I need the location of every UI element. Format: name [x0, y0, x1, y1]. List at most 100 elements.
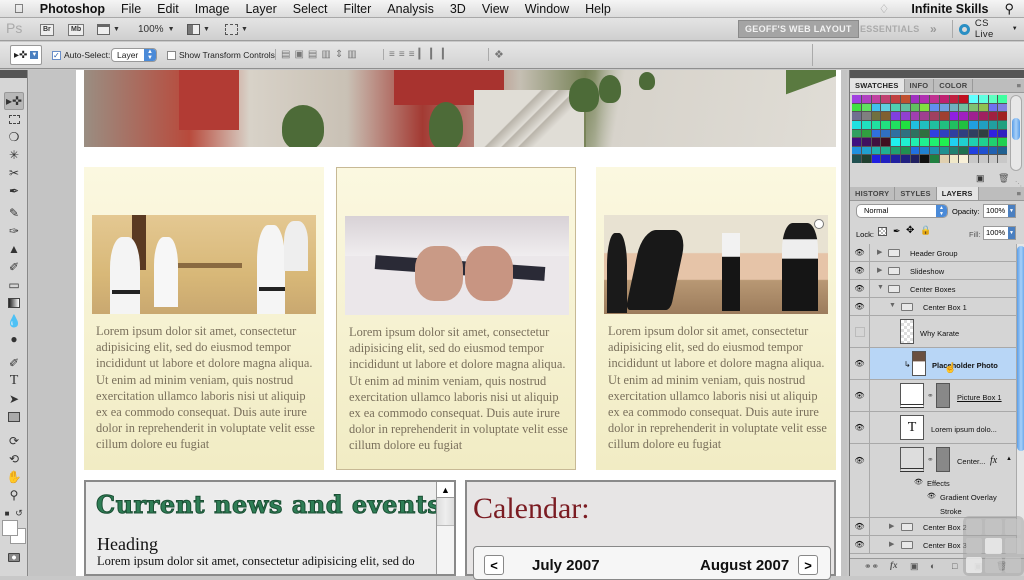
blend-mode-dropdown[interactable]: Normal ▲ ▼: [856, 204, 948, 218]
color-swatch[interactable]: [861, 155, 871, 163]
color-swatch[interactable]: [969, 138, 978, 146]
dock-header[interactable]: [850, 70, 1024, 78]
scroll-up-arrow-icon[interactable]: ▲: [437, 482, 454, 498]
color-swatch[interactable]: [959, 146, 968, 155]
bridge-button[interactable]: Br: [40, 22, 54, 37]
align-top-edges-icon[interactable]: ▤: [281, 49, 294, 60]
foreground-color-swatch[interactable]: [2, 520, 18, 536]
blur-tool-icon[interactable]: 💧: [4, 312, 24, 330]
lock-image-icon[interactable]: ✒: [893, 226, 901, 237]
color-swatch[interactable]: [891, 146, 900, 155]
color-swatch[interactable]: [910, 120, 920, 129]
color-swatch[interactable]: [969, 129, 978, 138]
eye-visibility-icon[interactable]: 👁: [850, 244, 870, 261]
distribute-top-icon[interactable]: ≡: [389, 49, 399, 60]
pen-tool-icon[interactable]: ✐: [4, 354, 24, 372]
menu-help[interactable]: Help: [577, 2, 619, 16]
color-swatch[interactable]: [881, 112, 890, 120]
color-swatch[interactable]: [930, 138, 939, 146]
canvas-area[interactable]: Lorem ipsum dolor sit amet, consectetur …: [29, 70, 847, 580]
workspace-essentials[interactable]: ESSENTIALS: [854, 20, 926, 38]
scroll-thumb[interactable]: [1012, 118, 1020, 140]
calendar-prev-button[interactable]: <: [484, 555, 504, 575]
color-swatch[interactable]: [930, 129, 939, 138]
overlay-key[interactable]: [1004, 538, 1021, 554]
color-swatch[interactable]: [939, 95, 949, 103]
layer-why-karate[interactable]: Why Karate: [850, 316, 1016, 348]
layer-header-group[interactable]: 👁 ▶ Header Group: [850, 244, 1016, 262]
view-extras-button[interactable]: ▼: [97, 22, 120, 37]
color-swatch[interactable]: [930, 103, 939, 112]
lock-all-icon[interactable]: 🔒: [920, 225, 931, 236]
gradient-tool-icon[interactable]: [4, 294, 24, 312]
color-swatch[interactable]: [988, 138, 998, 146]
color-swatch[interactable]: [881, 129, 890, 138]
color-swatch[interactable]: [978, 129, 988, 138]
color-swatch[interactable]: [881, 95, 890, 103]
color-swatch[interactable]: [900, 112, 910, 120]
swatches-scrollbar[interactable]: [1010, 95, 1022, 171]
color-swatch[interactable]: [930, 112, 939, 120]
color-swatch[interactable]: [978, 120, 988, 129]
color-swatch[interactable]: [861, 103, 871, 112]
clone-stamp-tool-icon[interactable]: ▲: [4, 240, 24, 258]
color-swatch[interactable]: [959, 120, 968, 129]
apple-logo-icon[interactable]: : [0, 1, 32, 16]
panel-menu-icon[interactable]: ≡: [1017, 79, 1024, 92]
opacity-field[interactable]: 100% ▼: [983, 204, 1016, 218]
color-swatch[interactable]: [959, 112, 968, 120]
expand-triangle-icon[interactable]: ▶: [889, 540, 894, 548]
news-box[interactable]: Current news and events Heading Lorem ip…: [84, 480, 456, 576]
add-mask-icon[interactable]: ▣: [910, 561, 919, 572]
eyedropper-tool-icon[interactable]: ✒: [4, 182, 24, 200]
color-swatch[interactable]: [871, 95, 881, 103]
history-brush-tool-icon[interactable]: ✐: [4, 258, 24, 276]
color-swatch[interactable]: [998, 155, 1007, 163]
overlay-keypad-widget[interactable]: [963, 516, 1024, 576]
link-layers-icon[interactable]: ⚭⚭: [864, 561, 879, 572]
scroll-thumb[interactable]: [1017, 246, 1024, 451]
document-canvas[interactable]: Lorem ipsum dolor sit amet, consectetur …: [76, 70, 841, 580]
color-swatch[interactable]: [891, 155, 900, 163]
color-swatch[interactable]: [920, 146, 929, 155]
center-box-2[interactable]: Lorem ipsum dolor sit amet, consectetur …: [336, 167, 576, 470]
arrange-documents-button[interactable]: ▼: [187, 22, 210, 37]
color-swatch[interactable]: [978, 155, 988, 163]
resize-grip-icon[interactable]: ⋱: [1015, 180, 1022, 188]
color-swatch[interactable]: [988, 129, 998, 138]
rectangle-tool-icon[interactable]: [4, 408, 24, 426]
color-swatch[interactable]: [978, 95, 988, 103]
color-swatch[interactable]: [900, 103, 910, 112]
color-swatch[interactable]: [978, 138, 988, 146]
color-swatch[interactable]: [861, 95, 871, 103]
color-swatch[interactable]: [891, 120, 900, 129]
tool-preset-picker[interactable]: ▸✜ ▼: [10, 45, 42, 65]
color-swatch[interactable]: [988, 146, 998, 155]
workspace-geoffs-web-layout[interactable]: GEOFF'S WEB LAYOUT: [738, 20, 859, 38]
color-swatch[interactable]: [969, 103, 978, 112]
eye-visibility-icon[interactable]: 👁: [850, 444, 870, 476]
color-swatch[interactable]: [988, 103, 998, 112]
color-swatch[interactable]: [988, 112, 998, 120]
overlay-key[interactable]: [966, 519, 983, 535]
expand-triangle-icon[interactable]: ▶: [877, 248, 882, 256]
color-swatch[interactable]: [949, 120, 959, 129]
color-swatch[interactable]: [930, 146, 939, 155]
layer-center-shape[interactable]: 👁 ⚭ Center... fx ▲: [850, 444, 1016, 476]
color-swatch[interactable]: [998, 146, 1007, 155]
crop-tool-icon[interactable]: ✂: [4, 164, 24, 182]
color-swatch[interactable]: [959, 95, 968, 103]
type-tool-icon[interactable]: T: [4, 372, 24, 390]
color-swatch[interactable]: [852, 112, 861, 120]
path-selection-tool-icon[interactable]: ➤: [4, 390, 24, 408]
color-swatch[interactable]: [978, 146, 988, 155]
3d-rotate-tool-icon[interactable]: ⟳: [4, 432, 24, 450]
brush-tool-icon[interactable]: ✑: [4, 222, 24, 240]
color-swatch[interactable]: [910, 129, 920, 138]
healing-brush-tool-icon[interactable]: ✎: [4, 204, 24, 222]
distribute-hcenter-icon[interactable]: ▎: [430, 49, 442, 60]
menu-image[interactable]: Image: [187, 2, 238, 16]
auto-select-dropdown[interactable]: Layer ▲ ▼: [111, 48, 157, 62]
color-swatch[interactable]: [969, 112, 978, 120]
overlay-key[interactable]: [966, 538, 983, 554]
